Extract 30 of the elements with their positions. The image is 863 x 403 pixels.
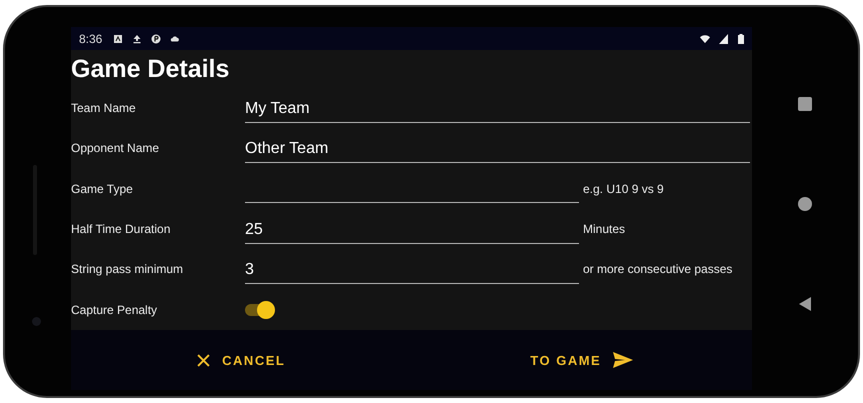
toggle-switch[interactable] <box>245 300 275 320</box>
cloud-icon <box>170 34 180 44</box>
input-field[interactable]: My Team <box>245 94 750 123</box>
wifi-icon <box>700 34 710 44</box>
status-time: 8:36 <box>79 32 102 46</box>
upload-icon <box>132 34 142 44</box>
input-field[interactable]: 25 <box>245 214 579 244</box>
field-label: Half Time Duration <box>71 222 172 236</box>
field-label: Capture Penalty <box>71 302 158 317</box>
action-button[interactable]: CANCEL <box>191 348 292 372</box>
field-suffix: e.g. U10 9 vs 9 <box>583 182 664 196</box>
field-suffix: or more consecutive passes <box>583 262 732 276</box>
app-icon <box>151 34 162 44</box>
field-label: String pass minimum <box>71 262 184 276</box>
battery-icon <box>738 34 744 44</box>
field-suffix: Minutes <box>583 222 626 236</box>
close-icon <box>197 354 210 366</box>
field-label: Opponent Name <box>71 141 160 156</box>
notification-icon <box>113 34 124 44</box>
signal-icon <box>719 34 729 44</box>
input-field[interactable]: 3 <box>245 254 579 284</box>
page-title: Game Details <box>71 54 230 85</box>
action-button[interactable]: TO GAME <box>524 348 640 372</box>
field-label: Team Name <box>71 101 137 116</box>
input-field[interactable]: Other Team <box>245 134 750 163</box>
back-button[interactable] <box>799 297 811 311</box>
field-label: Game Type <box>71 182 134 196</box>
camera-icon <box>32 317 41 326</box>
home-button[interactable] <box>798 197 812 211</box>
send-icon <box>613 352 634 368</box>
